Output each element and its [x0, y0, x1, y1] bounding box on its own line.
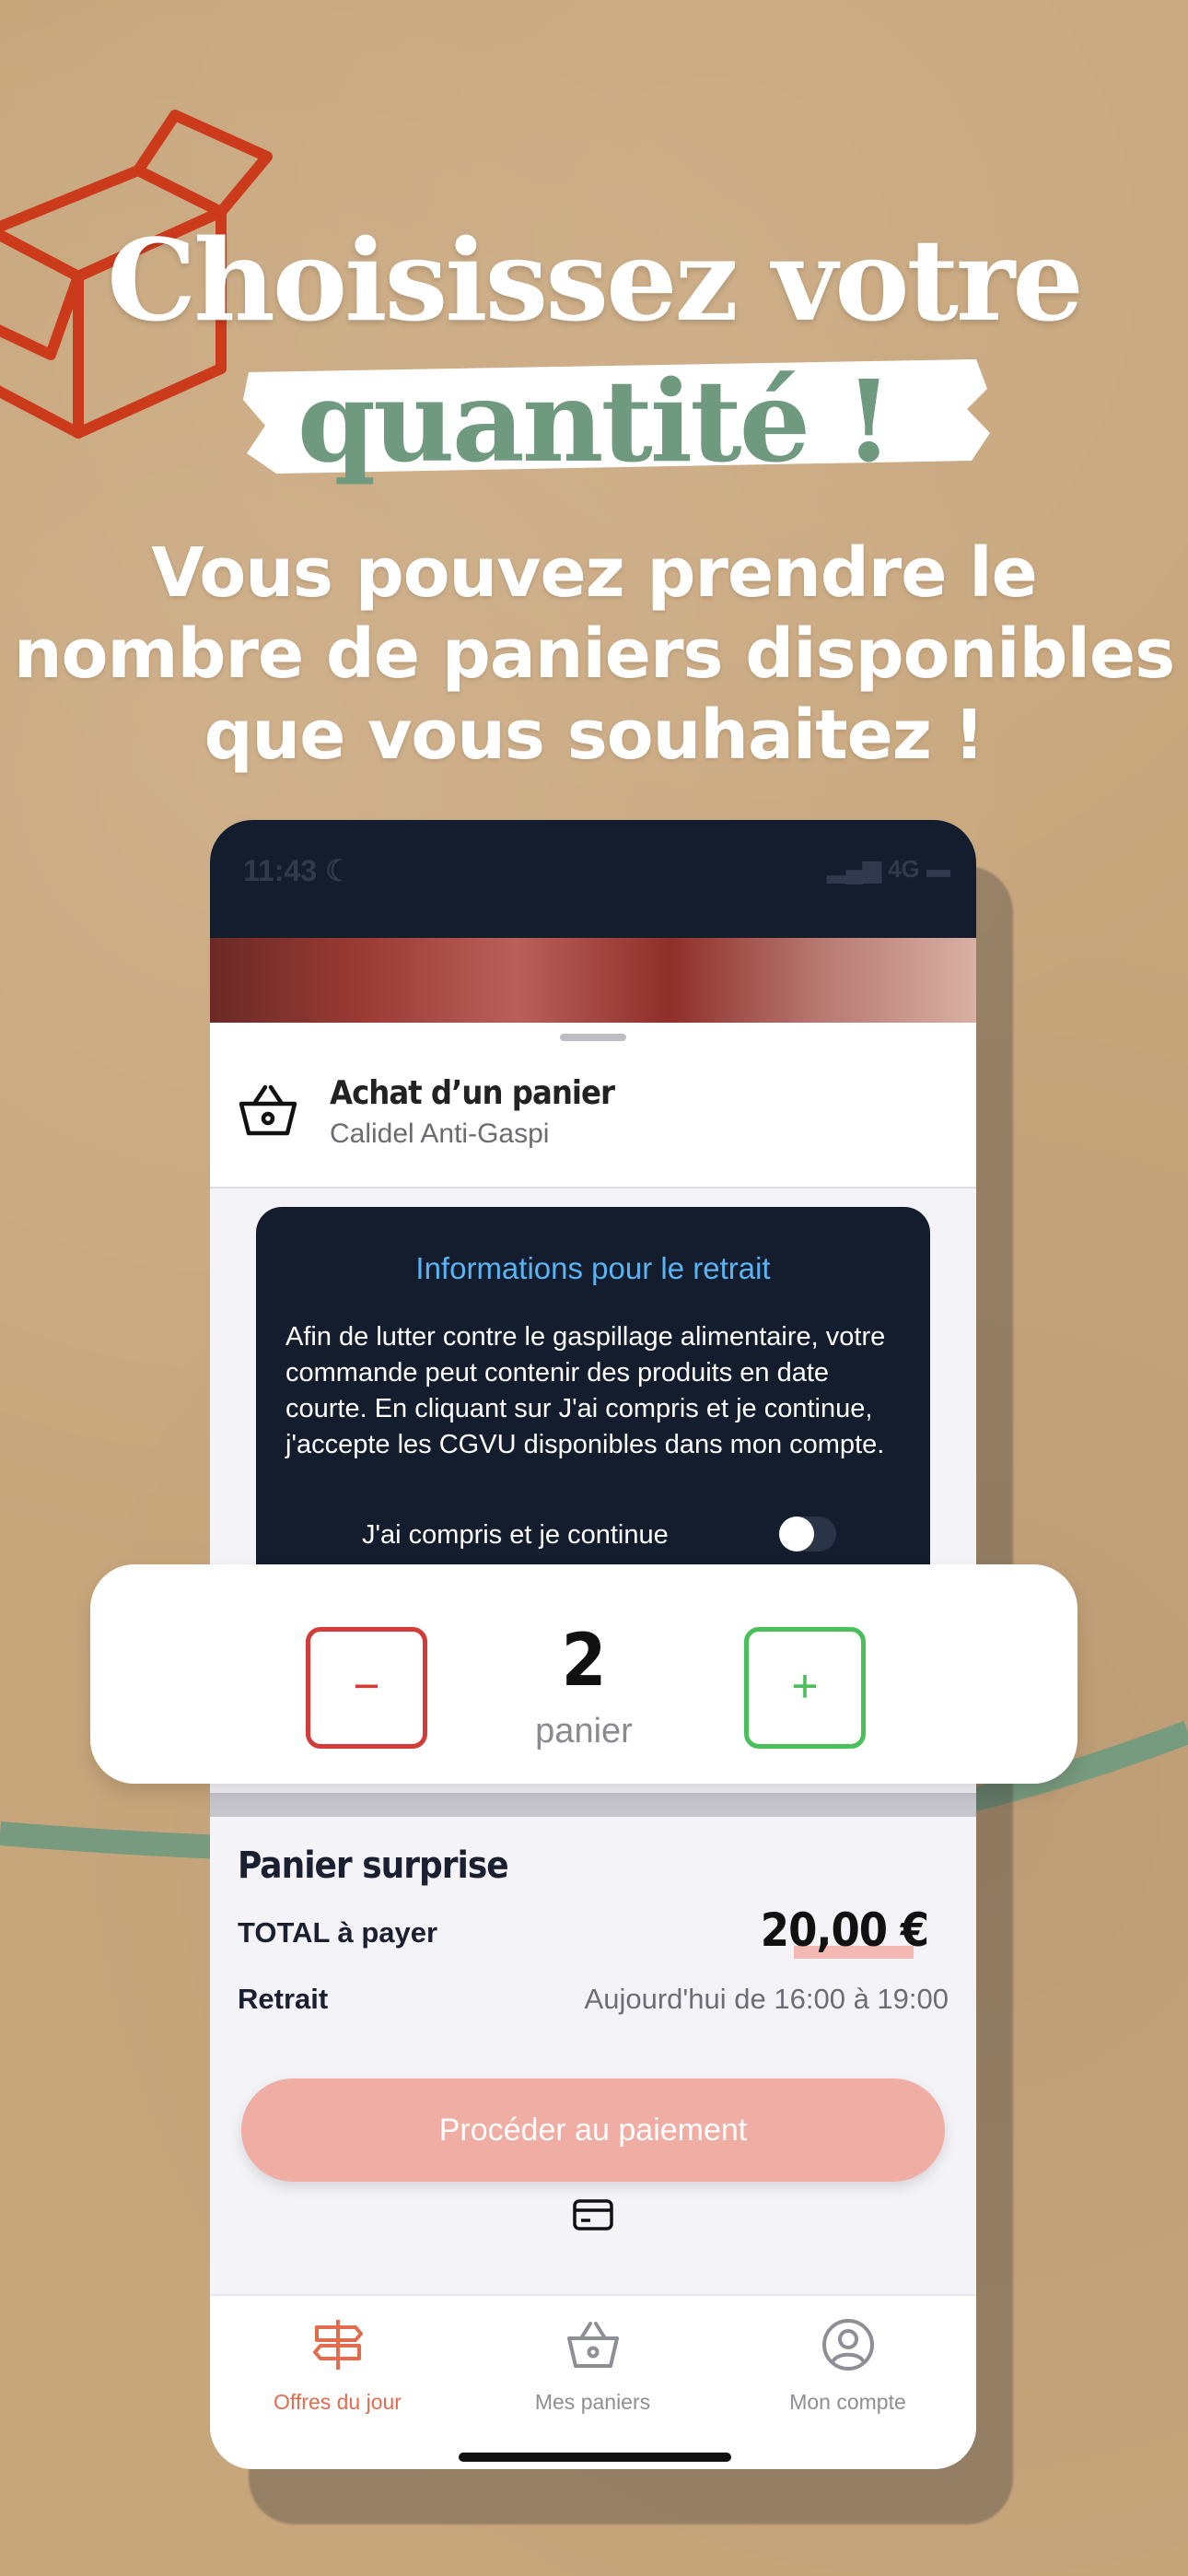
increase-quantity-button[interactable]: +: [744, 1627, 866, 1749]
subtitle-line: nombre de paniers disponibles: [13, 615, 1175, 694]
status-time: 11:43 ☾: [243, 853, 352, 888]
home-indicator: [459, 2453, 731, 2462]
page-title-line2: quantité !: [297, 355, 893, 487]
sheet-title: Achat d’un panier: [330, 1074, 615, 1112]
subtitle-line: que vous souhaitez !: [204, 696, 985, 775]
info-body: Afin de lutter contre le gaspillage alim…: [285, 1322, 886, 1459]
basket-name: Panier surprise: [238, 1844, 509, 1887]
battery-icon: ▬: [926, 855, 950, 883]
tab-bar: Offres du jour Mes paniers Mon compte: [210, 2294, 976, 2469]
page-subtitle: Vous pouvez prendre le nombre de paniers…: [0, 533, 1188, 776]
pay-button[interactable]: Procéder au paiement: [241, 2078, 945, 2182]
sheet-grabber[interactable]: [560, 1034, 626, 1041]
pickup-label: Retrait: [238, 1983, 329, 2015]
quantity-unit: panier: [535, 1712, 633, 1751]
quantity-value: 2: [561, 1620, 607, 1703]
tab-label: Mes paniers: [534, 2390, 651, 2414]
tab-label: Offres du jour: [274, 2390, 402, 2414]
subtitle-line: Vous pouvez prendre le: [151, 533, 1038, 613]
pickup-value: Aujourd'hui de 16:00 à 19:00: [584, 1983, 949, 2015]
info-title: Informations pour le retrait: [415, 1251, 771, 1285]
pickup-info-card: Informations pour le retrait Afin de lut…: [256, 1207, 930, 1612]
status-bar: 11:43 ☾ ▂▄▆ 4G ▬: [210, 820, 976, 938]
sheet-subtitle: Calidel Anti-Gaspi: [330, 1118, 550, 1149]
page-title-line1: Choisissez votre: [107, 214, 1084, 346]
status-time-text: 11:43: [243, 854, 318, 887]
total-value: 20,00 €: [760, 1903, 929, 1957]
credit-card-icon: [573, 2199, 613, 2231]
network-label: 4G: [888, 855, 920, 883]
basket-icon: [567, 2322, 619, 2368]
hero-image: [210, 938, 976, 1023]
tab-mes-paniers[interactable]: Mes paniers: [465, 2296, 720, 2469]
quantity-selector: − 2 panier +: [90, 1564, 1077, 1784]
accept-toggle[interactable]: [779, 1516, 836, 1551]
sheet-header: Achat d’un panier Calidel Anti-Gaspi: [210, 1023, 976, 1188]
basket-icon: [239, 1084, 297, 1136]
tab-mon-compte[interactable]: Mon compte: [720, 2296, 975, 2469]
user-circle-icon: [822, 2319, 874, 2371]
signpost-icon: [313, 2320, 363, 2370]
total-label: TOTAL à payer: [238, 1916, 438, 1949]
moon-icon: ☾: [324, 854, 352, 887]
signal-icon: ▂▄▆: [827, 855, 881, 883]
tab-label: Mon compte: [789, 2390, 906, 2414]
status-right: ▂▄▆ 4G ▬: [827, 855, 950, 884]
toggle-knob: [779, 1516, 814, 1551]
tab-offres-du-jour[interactable]: Offres du jour: [210, 2296, 465, 2469]
decrease-quantity-button[interactable]: −: [306, 1627, 427, 1749]
accept-toggle-label: J'ai compris et je continue: [362, 1520, 669, 1550]
